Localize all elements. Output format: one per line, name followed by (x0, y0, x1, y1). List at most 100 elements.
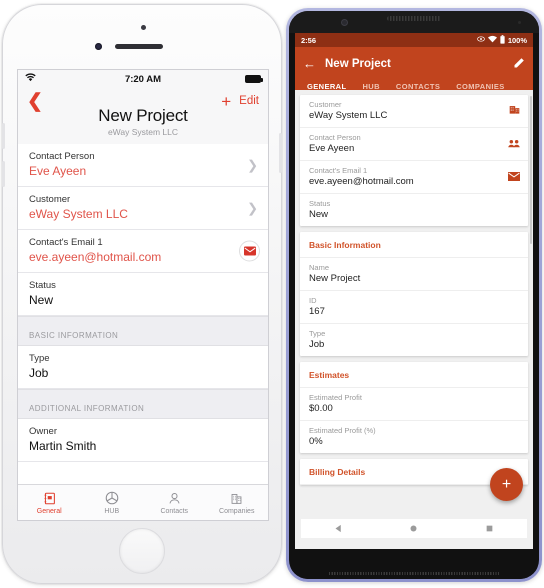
ios-status-bar: 7:20 AM (18, 70, 268, 88)
chevron-right-icon: ❯ (247, 157, 258, 173)
add-fab-button[interactable]: + (490, 468, 523, 501)
android-bezel: 2:56 100% ← New Project GENERAL HUB CONT… (289, 11, 539, 579)
wifi-icon (487, 35, 497, 45)
field-label: Contact Person (29, 151, 95, 162)
android-sensor (518, 21, 521, 24)
list-item[interactable]: Contact's Email 1 eve.ayeen@hotmail.com (18, 230, 268, 273)
field-label: Customer (309, 100, 342, 109)
list-item[interactable]: Contact Person Eve Ayeen (300, 128, 528, 161)
building-icon (206, 490, 269, 506)
iphone-front-camera (95, 43, 102, 50)
screenshot-root: 7:20 AM ❮ + Edit New Project eWay System… (0, 0, 544, 588)
section-header-additional-information: ADDITIONAL INFORMATION (18, 389, 268, 419)
list-item[interactable]: Contact's Email 1 eve.ayeen@hotmail.com (300, 161, 528, 194)
list-item[interactable]: Estimated Profit (%) 0% (300, 421, 528, 453)
field-label: Name (309, 263, 330, 272)
list-item[interactable]: Type Job (18, 346, 268, 389)
battery-full-icon (245, 75, 263, 83)
scrollbar-thumb[interactable] (530, 96, 532, 244)
field-value: 0% (309, 436, 323, 447)
arrow-left-icon[interactable]: ← (303, 57, 319, 70)
iphone-proximity-sensor (141, 25, 146, 30)
list-item[interactable]: Customer eWay System LLC (300, 95, 528, 128)
card-summary: Customer eWay System LLC Contact Person … (300, 95, 528, 226)
card-title: Estimates (300, 362, 528, 388)
tab-hub[interactable]: HUB (81, 490, 144, 515)
pencil-icon[interactable] (513, 57, 525, 71)
android-app-bar: ← New Project GENERAL HUB CONTACTS COMPA… (295, 47, 533, 96)
list-item[interactable]: Status New (18, 273, 268, 316)
field-label: Status (29, 280, 56, 291)
card-title: Basic Information (300, 232, 528, 258)
tab-companies[interactable]: Companies (206, 490, 269, 515)
field-label: Type (309, 329, 326, 338)
field-value: Eve Ayeen (29, 164, 87, 178)
android-front-camera (341, 19, 348, 26)
android-status-bar: 2:56 100% (295, 33, 533, 47)
battery-percent-label: 100% (507, 35, 527, 45)
tab-contacts[interactable]: Contacts (143, 490, 206, 515)
plus-icon[interactable]: + (221, 93, 231, 110)
iphone-home-button[interactable] (119, 528, 165, 574)
back-triangle-icon[interactable] (334, 520, 343, 538)
recents-square-icon[interactable] (485, 520, 494, 538)
iphone-device-frame: 7:20 AM ❮ + Edit New Project eWay System… (2, 4, 282, 584)
field-value: New (29, 293, 54, 307)
field-label: Contact's Email 1 (309, 166, 368, 175)
list-item[interactable]: Owner Martin Smith (18, 419, 268, 462)
list-item[interactable]: Estimated Profit $0.00 (300, 388, 528, 421)
tab-label: General (36, 508, 62, 515)
field-value: Job (29, 366, 49, 380)
field-value: Eve Ayeen (309, 143, 355, 154)
list-item[interactable]: Name New Project (300, 258, 528, 291)
notebook-icon (18, 490, 81, 506)
chevron-left-icon[interactable]: ❮ (27, 92, 43, 111)
field-value: New (309, 209, 329, 220)
chevron-right-icon: ❯ (247, 200, 258, 216)
field-value: Job (309, 339, 325, 350)
iphone-volume-down-button[interactable] (2, 161, 5, 187)
iphone-screen: 7:20 AM ❮ + Edit New Project eWay System… (17, 69, 269, 521)
edit-button[interactable]: Edit (239, 95, 259, 107)
android-speaker-grill (329, 572, 499, 575)
field-value: eve.ayeen@hotmail.com (309, 176, 414, 187)
home-circle-icon[interactable] (409, 520, 418, 538)
building-icon[interactable] (509, 102, 520, 120)
field-label: Owner (29, 426, 57, 437)
list-item[interactable]: Type Job (300, 324, 528, 356)
list-item[interactable]: Contact Person Eve Ayeen ❯ (18, 144, 268, 187)
ios-status-time: 7:20 AM (124, 73, 162, 85)
field-value: $0.00 (309, 403, 333, 414)
iphone-volume-up-button[interactable] (2, 123, 5, 149)
field-value: New Project (309, 273, 361, 284)
android-status-time: 2:56 (301, 35, 317, 45)
mail-icon[interactable] (239, 240, 260, 262)
field-label: Contact Person (309, 133, 361, 142)
android-earpiece-speaker (387, 16, 441, 21)
section-header-basic-information: BASIC INFORMATION (18, 316, 268, 346)
field-value: Martin Smith (29, 439, 97, 453)
ios-tab-bar: General HUB Contacts Companies (18, 484, 268, 520)
list-item[interactable]: Status New (300, 194, 528, 226)
list-item[interactable]: Customer eWay System LLC ❯ (18, 187, 268, 230)
card-basic-information: Basic Information Name New Project ID 16… (300, 232, 528, 356)
list-item[interactable]: ID 167 (300, 291, 528, 324)
android-device-frame: 2:56 100% ← New Project GENERAL HUB CONT… (286, 8, 542, 582)
page-title: New Project (325, 57, 391, 70)
field-label: Status (309, 199, 331, 208)
people-icon[interactable] (508, 135, 520, 153)
person-icon (143, 490, 206, 506)
plus-icon: + (501, 475, 512, 493)
ios-navigation-bar: ❮ + Edit New Project eWay System LLC (18, 88, 268, 144)
android-bottom-bezel (289, 568, 539, 579)
field-label: ID (309, 296, 317, 305)
tab-label: Contacts (160, 508, 189, 515)
field-value: 167 (309, 306, 325, 317)
field-label: Customer (29, 194, 71, 205)
field-label: Estimated Profit (%) (309, 426, 376, 435)
tab-general[interactable]: General (18, 490, 81, 515)
android-top-bezel (289, 11, 539, 33)
mail-icon[interactable] (508, 168, 520, 186)
iphone-power-button[interactable] (279, 133, 282, 173)
battery-icon (500, 34, 505, 46)
